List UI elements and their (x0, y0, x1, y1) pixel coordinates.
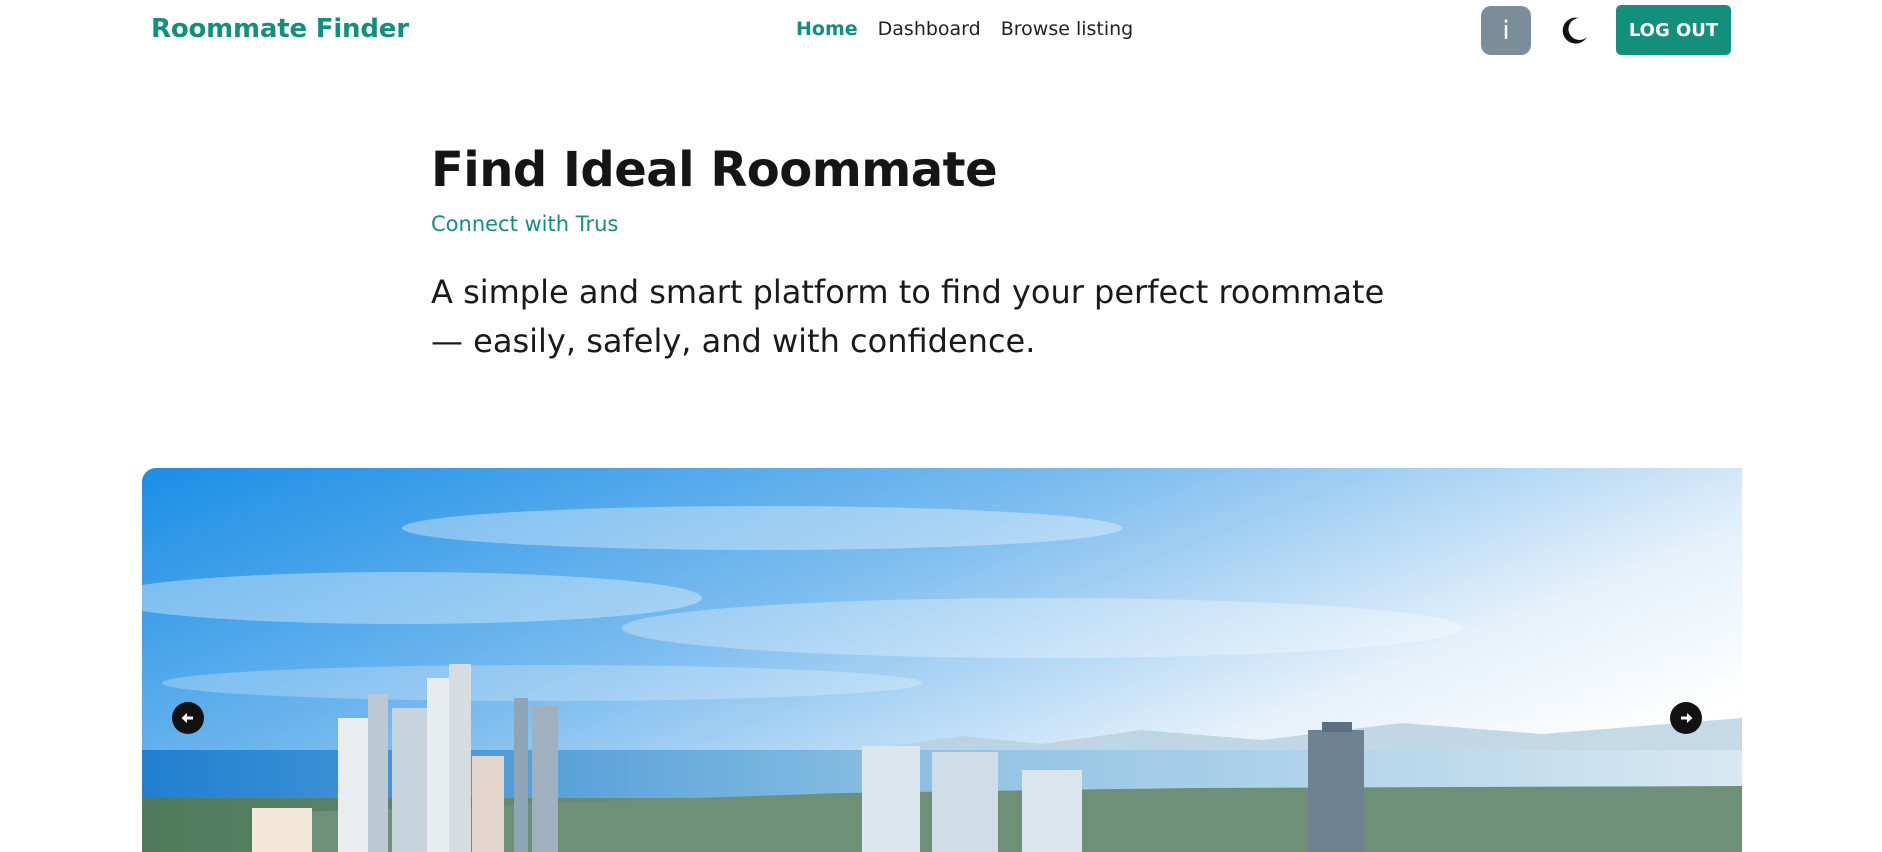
nav-dashboard[interactable]: Dashboard (878, 18, 981, 40)
carousel-next-button[interactable] (1670, 702, 1702, 734)
hero-description: A simple and smart platform to find your… (431, 273, 1385, 360)
nav-home[interactable]: Home (796, 18, 858, 40)
avatar-initial: i (1502, 15, 1510, 46)
city-skyline-image (142, 468, 1742, 852)
theme-toggle-button[interactable] (1558, 13, 1592, 47)
hero-title: Find Ideal Roommate (431, 142, 998, 198)
hero-carousel (142, 468, 1742, 852)
main-nav: Home Dashboard Browse listing (796, 18, 1133, 40)
brand-logo[interactable]: Roommate Finder (151, 14, 409, 44)
logout-button[interactable]: LOG OUT (1616, 5, 1731, 55)
nav-browse-listing[interactable]: Browse listing (1001, 18, 1134, 40)
moon-icon (1562, 17, 1587, 44)
arrow-left-icon (181, 713, 193, 723)
arrow-right-icon (1681, 713, 1693, 723)
carousel-prev-button[interactable] (172, 702, 204, 734)
hero-tagline: Connect with Trus (431, 212, 619, 236)
user-avatar[interactable]: i (1481, 6, 1531, 55)
